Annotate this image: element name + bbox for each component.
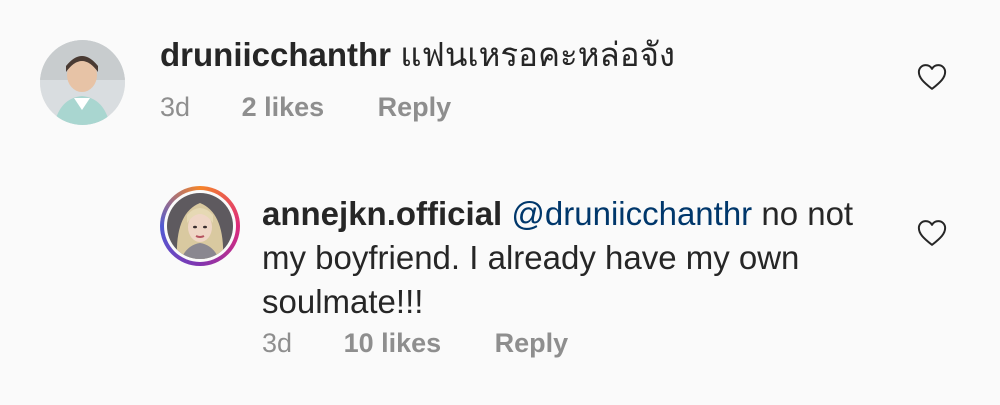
comment-time: 3d bbox=[160, 92, 191, 122]
reply-time: 3d bbox=[262, 328, 293, 358]
mention-link[interactable]: @druniicchanthr bbox=[511, 195, 752, 232]
heart-outline-icon[interactable] bbox=[917, 63, 947, 91]
comment-meta: 3d 2 likes Reply bbox=[160, 92, 451, 123]
reply-comment-item: annejkn.official @druniicchanthr no not … bbox=[0, 150, 1000, 405]
reply-text-line-1: annejkn.official @druniicchanthr no not bbox=[262, 192, 882, 236]
avatar bbox=[167, 193, 233, 259]
user-avatar-icon[interactable] bbox=[40, 40, 125, 125]
reply-text-line-2: my boyfriend. I already have my own bbox=[262, 239, 800, 276]
comment-body: แฟนเหรอคะหล่อจัง bbox=[400, 36, 676, 73]
reply-text: annejkn.official @druniicchanthr no not … bbox=[262, 192, 882, 324]
reply-body-part-1: no not bbox=[752, 195, 854, 232]
comment-item: druniicchanthr แฟนเหรอคะหล่อจัง 3d 2 lik… bbox=[0, 0, 1000, 150]
comment-username[interactable]: druniicchanthr bbox=[160, 36, 391, 73]
reply-button[interactable]: Reply bbox=[495, 328, 569, 359]
comment-text: druniicchanthr แฟนเหรอคะหล่อจัง bbox=[160, 33, 880, 77]
reply-button[interactable]: Reply bbox=[378, 92, 452, 123]
reply-likes[interactable]: 10 likes bbox=[344, 328, 442, 359]
story-ring-avatar-icon[interactable] bbox=[160, 186, 240, 266]
comment-likes[interactable]: 2 likes bbox=[242, 92, 325, 123]
reply-username[interactable]: annejkn.official bbox=[262, 195, 502, 232]
heart-outline-icon[interactable] bbox=[917, 219, 947, 247]
reply-text-line-3: soulmate!!! bbox=[262, 283, 424, 320]
reply-meta: 3d 10 likes Reply bbox=[262, 328, 568, 359]
